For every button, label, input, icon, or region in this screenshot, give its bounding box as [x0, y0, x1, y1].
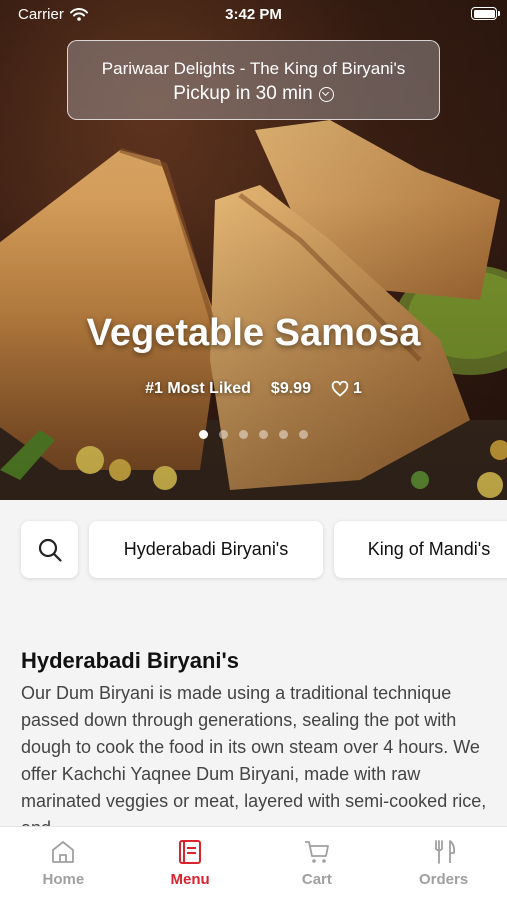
like-count: 1	[352, 380, 362, 397]
carousel-dots[interactable]	[0, 430, 507, 439]
home-icon	[52, 841, 75, 863]
like-button[interactable]: 1	[331, 380, 362, 398]
chevron-down-circle-icon	[318, 86, 334, 102]
most-liked-badge: #1 Most Liked	[145, 380, 251, 397]
tab-home[interactable]: Home	[0, 827, 127, 900]
search-button[interactable]	[21, 521, 78, 578]
restaurant-name: Pariwaar Delights - The King of Biryani'…	[101, 59, 406, 78]
cart-icon	[304, 841, 329, 863]
featured-dish-title: Vegetable Samosa	[86, 312, 421, 354]
category-chip-hyderabadi-biryanis[interactable]: Hyderabadi Biryani's	[89, 521, 323, 578]
search-icon	[38, 538, 62, 562]
menu-icon	[179, 840, 202, 864]
tab-label-orders: Orders	[419, 871, 469, 888]
tab-label-home: Home	[42, 871, 85, 888]
carousel-dot[interactable]	[219, 430, 228, 439]
tab-orders[interactable]: Orders	[380, 827, 507, 900]
section-title: Hyderabadi Biryani's	[21, 648, 239, 673]
tab-menu[interactable]: Menu	[127, 827, 254, 900]
carousel-dot[interactable]	[299, 430, 308, 439]
featured-dish-meta: #1 Most Liked $9.99 1	[0, 380, 507, 398]
category-chip-king-of-mandis[interactable]: King of Mandi's	[334, 521, 507, 578]
carousel-dot[interactable]	[239, 430, 248, 439]
featured-dish-price: $9.99	[270, 380, 311, 397]
section-description: Our Dum Biryani is made using a traditio…	[21, 683, 487, 826]
tab-label-cart: Cart	[301, 871, 332, 888]
pickup-time: Pickup in 30 min	[173, 83, 313, 104]
tab-cart[interactable]: Cart	[254, 827, 381, 900]
heart-icon	[331, 381, 349, 397]
tab-label-menu: Menu	[170, 871, 210, 888]
status-bar: Carrier 3:42 PM	[0, 0, 507, 28]
carousel-dot[interactable]	[259, 430, 268, 439]
tab-bar: Home Menu Cart Orders	[0, 826, 507, 900]
carousel-dot[interactable]	[279, 430, 288, 439]
orders-icon	[434, 840, 455, 864]
carousel-dot[interactable]	[199, 430, 208, 439]
status-time: 3:42 PM	[225, 6, 282, 23]
category-bar: Hyderabadi Biryani's King of Mandi's	[21, 521, 507, 578]
battery-icon	[471, 7, 500, 20]
pickup-selector[interactable]: Pariwaar Delights - The King of Biryani'…	[67, 40, 440, 120]
